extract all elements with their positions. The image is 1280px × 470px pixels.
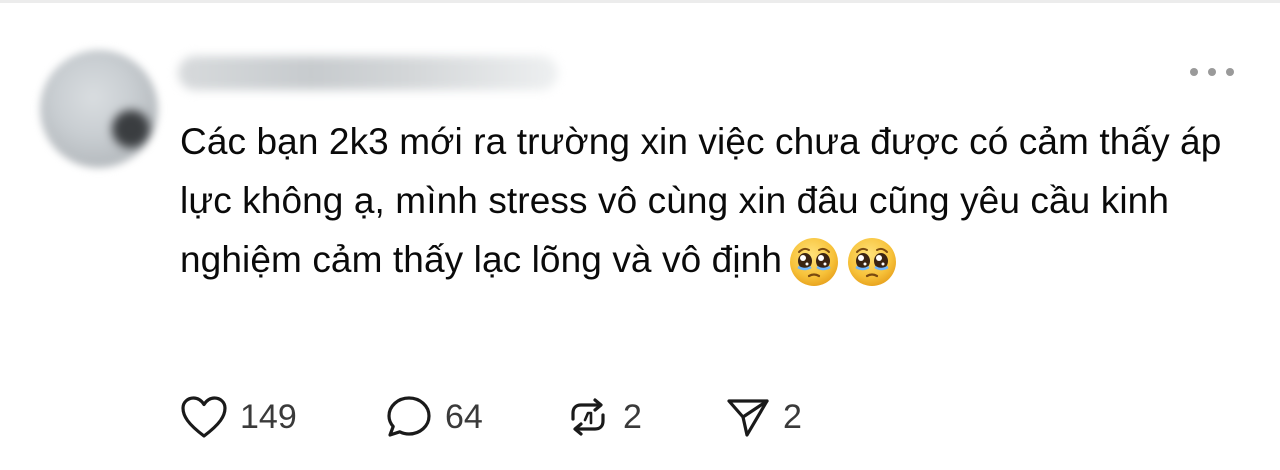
action-bar: 149 64 2 2 (180, 392, 835, 442)
more-dot (1208, 68, 1216, 76)
pleading-face-emoji (846, 236, 898, 288)
like-count: 149 (240, 397, 297, 436)
send-icon (725, 395, 771, 439)
avatar[interactable] (40, 50, 158, 168)
username-blurred[interactable] (178, 56, 558, 90)
heart-icon (180, 395, 228, 439)
post-text: Các bạn 2k3 mới ra trường xin việc chưa … (180, 121, 1222, 280)
share-button[interactable]: 2 (725, 392, 835, 442)
more-dot (1190, 68, 1198, 76)
thread-post: Các bạn 2k3 mới ra trường xin việc chưa … (0, 0, 1280, 470)
repost-icon (565, 394, 611, 440)
comment-button[interactable]: 64 (385, 392, 565, 442)
post-body: Các bạn 2k3 mới ra trường xin việc chưa … (180, 112, 1240, 289)
more-dot (1226, 68, 1234, 76)
like-button[interactable]: 149 (180, 392, 385, 442)
more-options-button[interactable] (1188, 60, 1236, 84)
share-count: 2 (783, 397, 802, 436)
repost-count: 2 (623, 397, 642, 436)
comment-count: 64 (445, 397, 483, 436)
pleading-face-emoji (788, 236, 840, 288)
top-divider (0, 0, 1280, 3)
repost-button[interactable]: 2 (565, 392, 725, 442)
comment-bubble-icon (385, 394, 433, 440)
